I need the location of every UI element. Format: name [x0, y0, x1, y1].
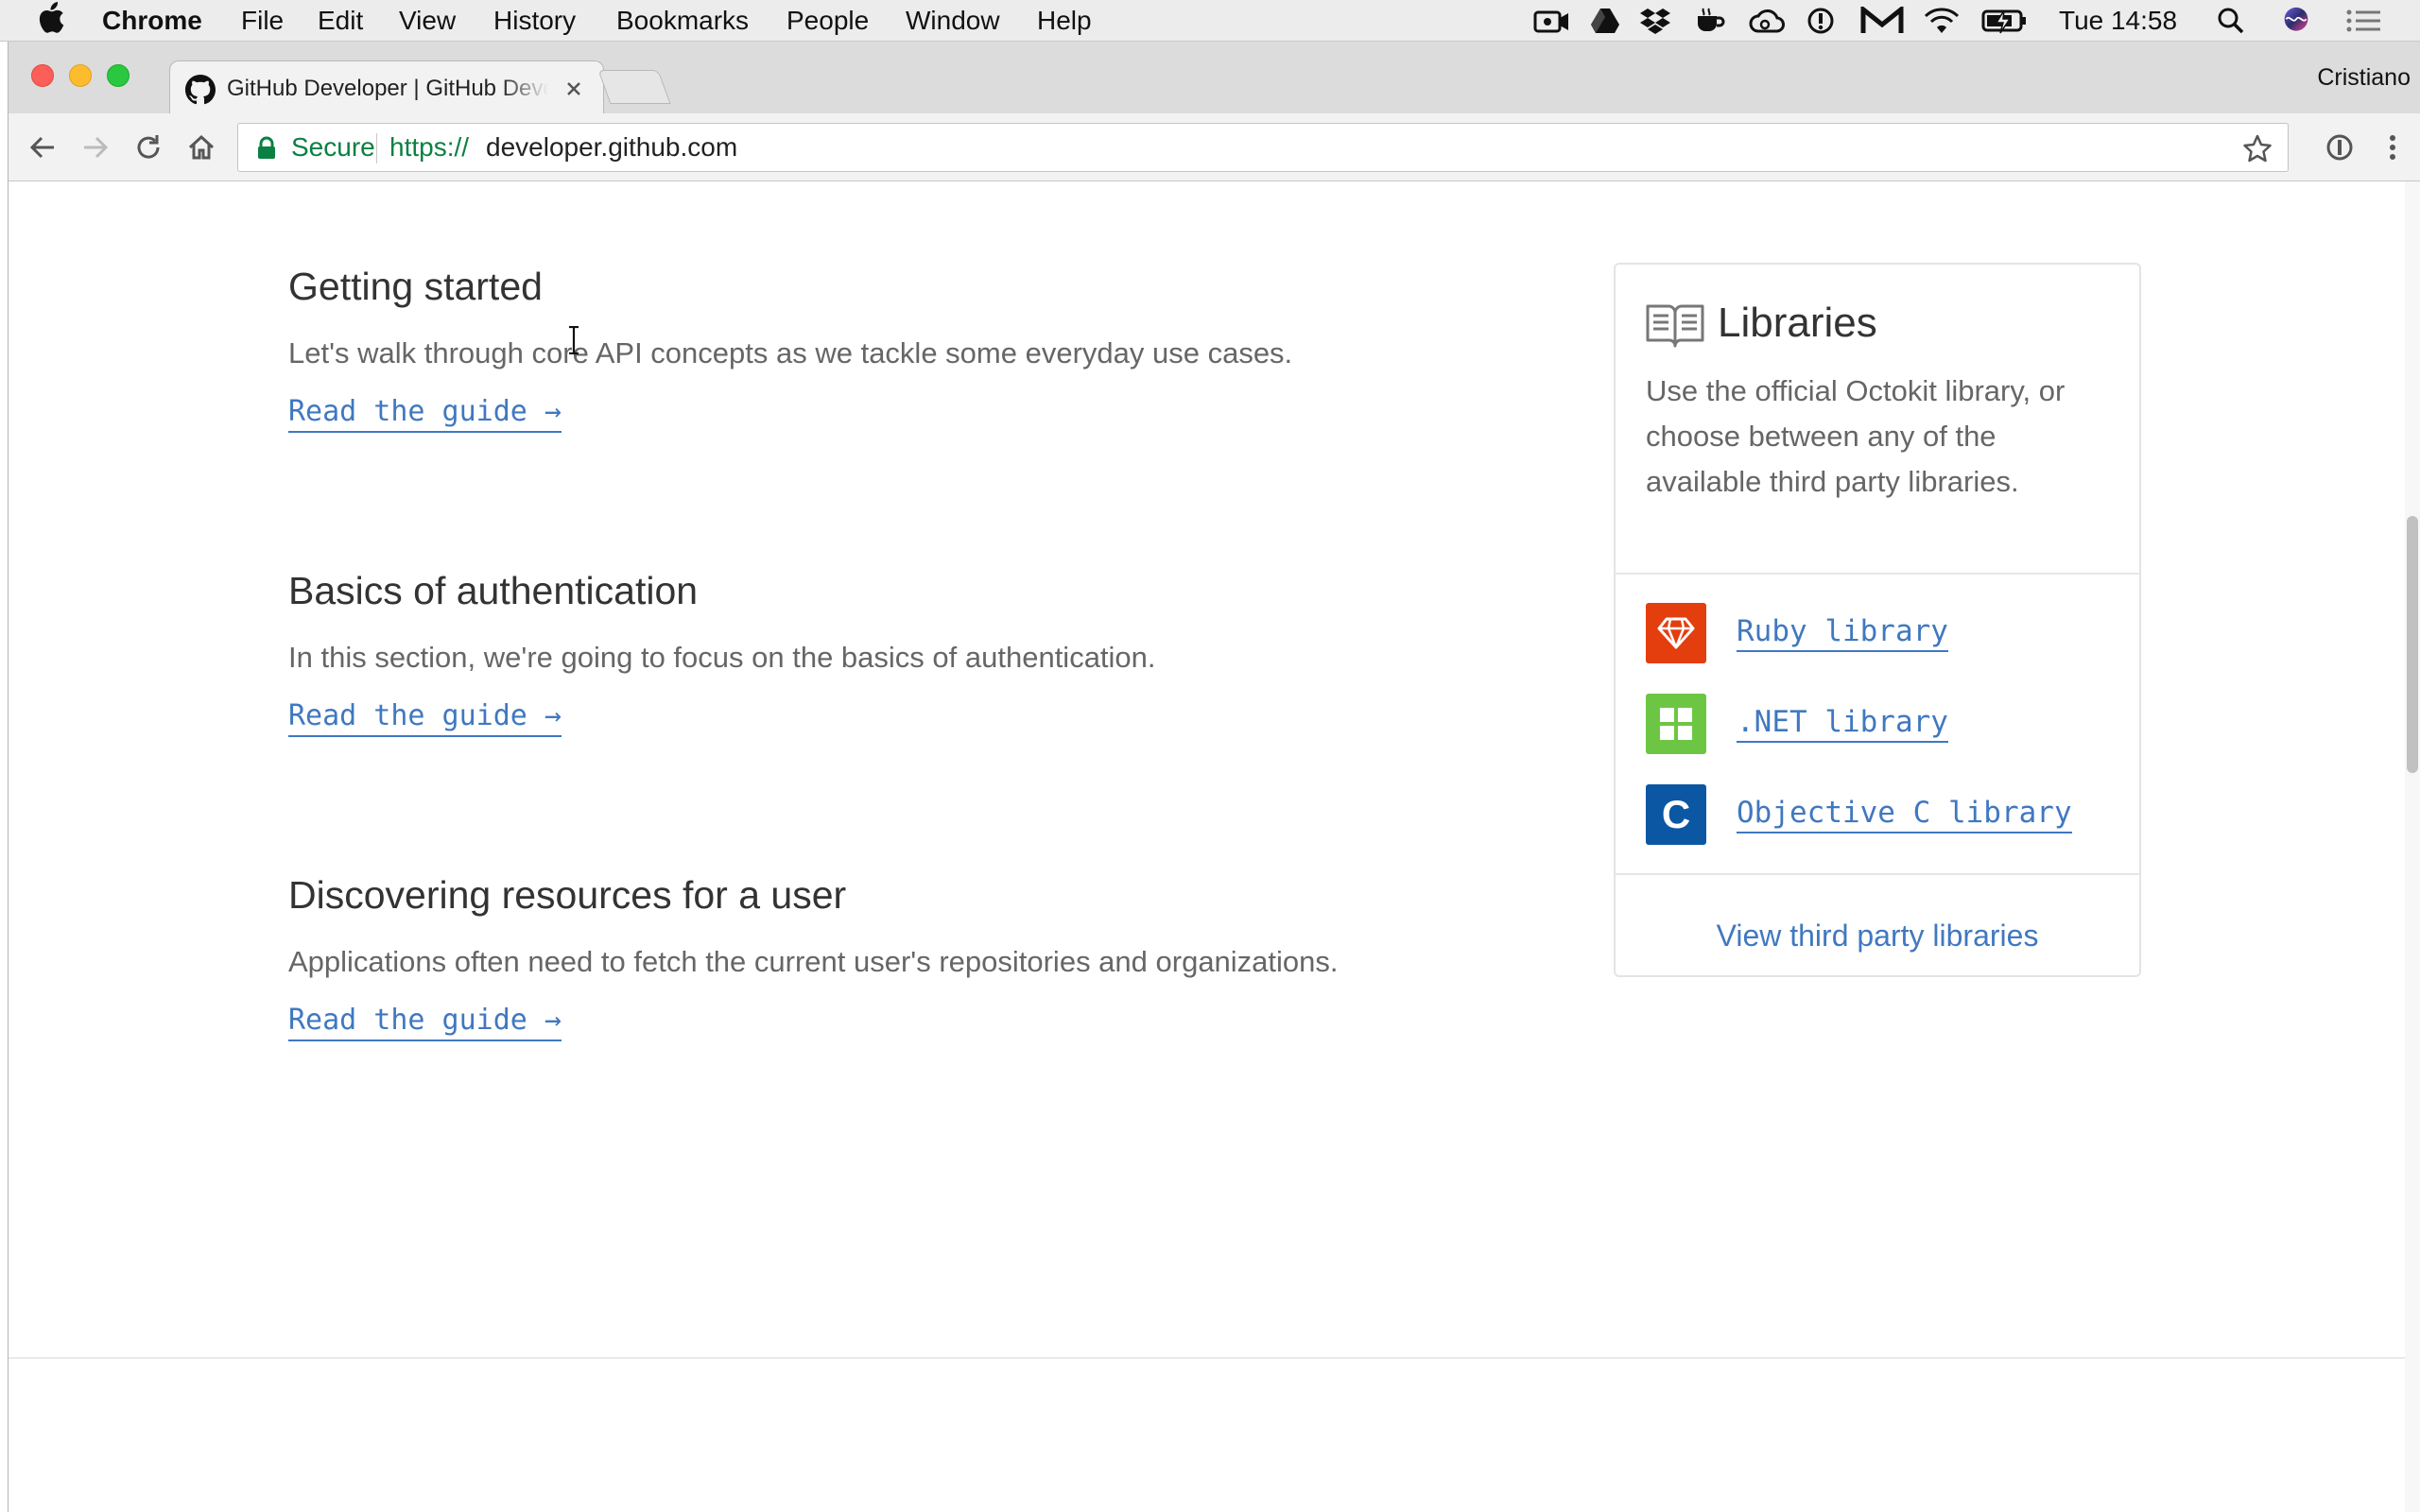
panel-divider	[1616, 873, 2139, 875]
close-tab-icon[interactable]	[562, 77, 586, 101]
guide-section-authentication: Basics of authentication In this section…	[288, 567, 1156, 737]
address-bar-divider	[376, 133, 377, 163]
chrome-menu-button[interactable]	[2372, 127, 2413, 168]
dotnet-library-link[interactable]: .NET library	[1737, 703, 1948, 743]
section-description: Let's walk through core API concepts as …	[288, 336, 1293, 369]
ruby-library-link[interactable]: Ruby library	[1737, 612, 1948, 652]
spotlight-search-icon[interactable]	[2216, 7, 2246, 35]
url-host: developer.github.com	[486, 132, 738, 162]
minimize-window-button[interactable]	[69, 64, 92, 87]
objective-c-library-link[interactable]: Objective C library	[1737, 794, 2072, 833]
menu-view[interactable]: View	[399, 5, 456, 37]
page-viewport: Getting started Let's walk through core …	[8, 181, 2420, 1512]
github-favicon-icon	[185, 75, 216, 105]
guide-section-getting-started: Getting started Let's walk through core …	[288, 263, 1292, 433]
tab-title: GitHub Developer | GitHub Developer Guid…	[227, 76, 548, 101]
menu-people[interactable]: People	[786, 5, 869, 37]
read-guide-link[interactable]: Read the guide →	[288, 697, 562, 737]
libraries-description: Use the official Octokit library, or cho…	[1646, 374, 2066, 498]
camera-icon[interactable]	[1533, 7, 1571, 35]
gmail-icon[interactable]	[1860, 7, 1904, 35]
section-description: In this section, we're going to focus on…	[288, 641, 1156, 674]
forward-button[interactable]	[75, 127, 116, 168]
section-title: Basics of authentication	[288, 569, 699, 612]
onepassword-icon	[2326, 134, 2353, 161]
address-bar[interactable]: Secure https:// developer.github.com	[237, 123, 2289, 172]
creative-cloud-icon[interactable]	[1749, 7, 1785, 35]
info-circle-icon[interactable]	[1806, 7, 1836, 35]
footer-divider	[9, 1357, 2420, 1359]
maximize-window-button[interactable]	[107, 64, 130, 87]
lock-icon	[258, 136, 275, 159]
menu-help[interactable]: Help	[1037, 5, 1092, 37]
new-tab-button[interactable]	[597, 70, 671, 104]
menu-window[interactable]: Window	[906, 5, 1000, 37]
text-cursor-icon	[569, 326, 579, 354]
kebab-menu-icon	[2390, 135, 2395, 160]
coffee-icon[interactable]	[1692, 7, 1726, 35]
home-button[interactable]	[181, 127, 222, 168]
url-scheme: https://	[389, 132, 470, 162]
read-guide-link[interactable]: Read the guide →	[288, 393, 562, 433]
close-window-button[interactable]	[31, 64, 54, 87]
apple-menu-icon[interactable]	[38, 2, 64, 42]
profile-name[interactable]: Cristiano	[2317, 62, 2411, 93]
back-button[interactable]	[22, 127, 63, 168]
menu-history[interactable]: History	[493, 5, 576, 37]
reload-icon	[137, 135, 160, 159]
view-third-party-libraries-link[interactable]: View third party libraries	[1616, 917, 2139, 954]
forward-arrow-icon	[84, 136, 109, 159]
objective-c-badge-letter: C	[1661, 792, 1691, 836]
section-description: Applications often need to fetch the cur…	[288, 945, 1339, 978]
dropbox-icon[interactable]	[1639, 7, 1671, 35]
back-arrow-icon	[29, 136, 54, 159]
windows-grid-icon	[1646, 694, 1706, 754]
panel-divider	[1616, 573, 2139, 575]
battery-icon[interactable]	[1981, 7, 2029, 35]
libraries-title: Libraries	[1718, 300, 1877, 346]
menu-edit[interactable]: Edit	[318, 5, 363, 37]
extension-button[interactable]	[2319, 127, 2360, 168]
macos-menu-bar: Chrome File Edit View History Bookmarks …	[0, 0, 2420, 42]
chrome-tab-strip: GitHub Developer | GitHub Developer Guid…	[8, 42, 2420, 113]
siri-icon[interactable]	[2280, 7, 2312, 35]
guide-section-discovering-resources: Discovering resources for a user Applica…	[288, 871, 1339, 1041]
chrome-toolbar: Secure https:// developer.github.com	[8, 113, 2420, 181]
menu-file[interactable]: File	[241, 5, 284, 37]
book-icon	[1646, 304, 1704, 348]
google-drive-icon[interactable]	[1590, 7, 1620, 35]
section-title: Discovering resources for a user	[288, 873, 847, 917]
page-scrollbar[interactable]	[2405, 181, 2420, 1512]
bookmark-star-icon[interactable]	[2242, 133, 2273, 163]
wifi-icon[interactable]	[1923, 7, 1961, 35]
tab-github-developer[interactable]: GitHub Developer | GitHub Developer Guid…	[169, 60, 604, 113]
notification-center-icon[interactable]	[2344, 7, 2382, 35]
home-icon	[188, 134, 215, 160]
section-title: Getting started	[288, 265, 543, 308]
menu-app-name[interactable]: Chrome	[102, 5, 202, 37]
read-guide-link[interactable]: Read the guide →	[288, 1002, 562, 1041]
objective-c-icon: C	[1646, 784, 1706, 845]
scrollbar-thumb[interactable]	[2407, 516, 2418, 773]
libraries-panel: Libraries Use the official Octokit libra…	[1614, 263, 2141, 977]
ruby-gem-icon	[1646, 603, 1706, 663]
reload-button[interactable]	[128, 127, 169, 168]
secure-label: Secure	[291, 132, 375, 162]
menu-clock[interactable]: Tue 14:58	[2059, 5, 2177, 37]
menu-bookmarks[interactable]: Bookmarks	[616, 5, 749, 37]
